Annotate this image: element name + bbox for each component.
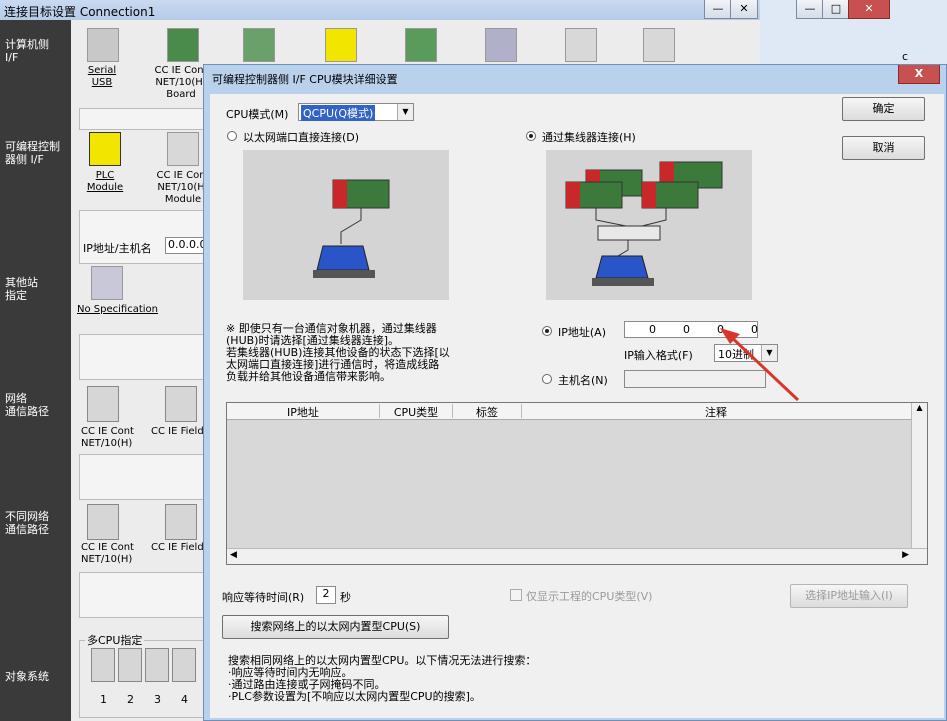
cancel-button[interactable]: 取消 xyxy=(842,136,925,160)
cpu-1-number: 1 xyxy=(100,693,107,706)
cpu-mode-select[interactable]: QCPU(Q模式) ▼ xyxy=(298,103,414,121)
plc-module-icon[interactable] xyxy=(89,132,121,166)
cpu-4-number: 4 xyxy=(181,693,188,706)
hub-connection-illustration xyxy=(546,150,752,300)
nav-sidebar: 计算机侧 I/F 可编程控制 器侧 I/F 其他站 指定 网络 通信路径 不同网… xyxy=(0,20,71,721)
nav-pc-if: 计算机侧 I/F xyxy=(5,38,49,64)
table-header: IP地址 CPU类型 标签 注释 xyxy=(227,403,927,420)
cpu-3-button[interactable] xyxy=(145,648,169,682)
col-label[interactable]: 标签 xyxy=(453,404,522,419)
ip-octet-2[interactable]: 0 xyxy=(683,323,690,336)
route-cc-ie-field-icon[interactable] xyxy=(165,386,197,422)
serial-usb-label: Serial USB xyxy=(87,65,117,88)
route-cc-ie-field-label: CC IE Field xyxy=(151,426,204,437)
cpu-2-button[interactable] xyxy=(118,648,142,682)
dialog-body: 确定 取消 CPU模式(M) QCPU(Q模式) ▼ 以太网端口直接连接(D) … xyxy=(210,94,944,718)
cpu-1-button[interactable] xyxy=(91,648,115,682)
cpu-mode-label: CPU模式(M) xyxy=(226,108,289,121)
cc-ie-module-icon[interactable] xyxy=(167,132,199,166)
network-route-panel xyxy=(79,454,209,500)
radio-host-name[interactable] xyxy=(542,374,552,384)
no-specification-icon[interactable] xyxy=(91,266,123,300)
diff-cc-ie-field-icon[interactable] xyxy=(165,504,197,540)
dialog-title: 可编程控制器侧 I/F CPU模块详细设置 xyxy=(212,73,398,86)
nav-other-station: 其他站 指定 xyxy=(5,276,38,302)
gx-simulator-icon[interactable] xyxy=(485,28,517,62)
radio-hub-label: 通过集线器连接(H) xyxy=(542,131,636,144)
select-ip-button[interactable]: 选择IP地址输入(I) xyxy=(790,584,908,608)
ip-host-label: IP地址/主机名 xyxy=(83,242,152,255)
r-maximize-button[interactable]: □ xyxy=(822,0,850,19)
route-cc-ie-cont-icon[interactable] xyxy=(87,386,119,422)
r-minimize-button[interactable]: — xyxy=(796,0,824,19)
cpu-search-table[interactable]: IP地址 CPU类型 标签 注释 ▲ ◀ ▶ xyxy=(226,402,928,565)
nav-target-system: 对象系统 xyxy=(5,670,49,683)
multi-cpu-label: 多CPU指定 xyxy=(85,632,145,648)
cc-ie-board-icon[interactable] xyxy=(167,28,199,62)
response-time-unit: 秒 xyxy=(340,591,351,604)
direct-connection-illustration xyxy=(243,150,449,300)
diff-cc-ie-cont-label: CC IE Cont NET/10(H) xyxy=(81,542,134,565)
network-board-icon[interactable] xyxy=(243,28,275,62)
hub-note-line-5: 负载并给其他设备通信带来影响。 xyxy=(226,370,391,383)
horizontal-scrollbar[interactable]: ◀ ▶ xyxy=(227,548,927,564)
search-network-button[interactable]: 搜索网络上的以太网内置型CPU(S) xyxy=(222,615,449,639)
nav-plc-if: 可编程控制 器侧 I/F xyxy=(5,140,60,166)
host-name-label: 主机名(N) xyxy=(558,374,608,387)
plc-module-label: PLC Module xyxy=(86,170,124,193)
pc-detail-panel xyxy=(79,108,209,130)
radio-direct-label: 以太网端口直接连接(D) xyxy=(243,131,360,144)
ip-address-label: IP地址(A) xyxy=(558,326,606,339)
cpu-3-number: 3 xyxy=(154,693,161,706)
serial-usb-icon[interactable] xyxy=(87,28,119,62)
board-icon-7[interactable] xyxy=(565,28,597,62)
col-cpu-type[interactable]: CPU类型 xyxy=(380,404,453,419)
search-note-line-4: ·PLC参数设置为[不响应以太网内置型CPU的搜索]。 xyxy=(228,690,481,703)
route-cc-ie-cont-label: CC IE Cont NET/10(H) xyxy=(81,426,134,449)
chevron-down-icon: ▼ xyxy=(397,104,413,120)
no-specification-label: No Specification xyxy=(77,304,158,315)
col-ip-address[interactable]: IP地址 xyxy=(227,404,380,419)
direct-connection-diagram xyxy=(313,179,390,278)
hub-connection-diagram xyxy=(565,161,723,286)
bg-minimize-button[interactable]: — xyxy=(704,0,732,19)
ethernet-board-icon[interactable] xyxy=(325,28,357,62)
ok-button[interactable]: 确定 xyxy=(842,97,925,121)
col-comment[interactable]: 注释 xyxy=(522,404,910,419)
scroll-up-icon[interactable]: ▲ xyxy=(912,403,927,412)
annotation-arrow-icon xyxy=(720,328,800,402)
cpu-2-number: 2 xyxy=(127,693,134,706)
show-project-cpu-checkbox[interactable] xyxy=(510,589,522,601)
radio-direct[interactable] xyxy=(227,131,237,141)
cpu-4-button[interactable] xyxy=(172,648,196,682)
scroll-left-icon[interactable]: ◀ xyxy=(230,550,237,560)
show-project-cpu-label: 仅显示工程的CPU类型(V) xyxy=(526,590,653,603)
title-bar: 连接目标设置 Connection1 xyxy=(0,0,760,20)
nav-diff-network-route: 不同网络 通信路径 xyxy=(5,510,49,536)
nav-network-route: 网络 通信路径 xyxy=(5,392,49,418)
ip-octet-1[interactable]: 0 xyxy=(649,323,656,336)
board-icon-8[interactable] xyxy=(643,28,675,62)
diff-cc-ie-cont-icon[interactable] xyxy=(87,504,119,540)
radio-hub[interactable] xyxy=(526,131,536,141)
bg-close-button[interactable]: ✕ xyxy=(730,0,758,19)
diff-network-panel xyxy=(79,572,209,618)
vertical-scrollbar[interactable]: ▲ xyxy=(911,403,927,549)
cpu-detail-dialog: 可编程控制器侧 I/F CPU模块详细设置 X 确定 取消 CPU模式(M) Q… xyxy=(203,64,947,721)
window-title: 连接目标设置 Connection1 xyxy=(4,5,156,19)
right-window-fragment: c xyxy=(902,50,909,63)
dialog-close-button[interactable]: X xyxy=(898,65,940,84)
r-close-button[interactable]: ✕ xyxy=(848,0,890,19)
cpu-mode-value: QCPU(Q模式) xyxy=(301,105,376,121)
radio-ip-address[interactable] xyxy=(542,326,552,336)
cc-link-board-icon[interactable] xyxy=(405,28,437,62)
diff-cc-ie-field-label: CC IE Field xyxy=(151,542,204,553)
scroll-right-icon[interactable]: ▶ xyxy=(902,550,909,560)
response-time-label: 响应等待时间(R) xyxy=(222,591,305,604)
other-station-panel xyxy=(79,334,209,380)
response-time-field[interactable]: 2 xyxy=(316,586,336,604)
cc-ie-board-label: CC IE Cont NET/10(H) Board xyxy=(154,65,208,100)
ip-format-label: IP输入格式(F) xyxy=(624,349,693,362)
